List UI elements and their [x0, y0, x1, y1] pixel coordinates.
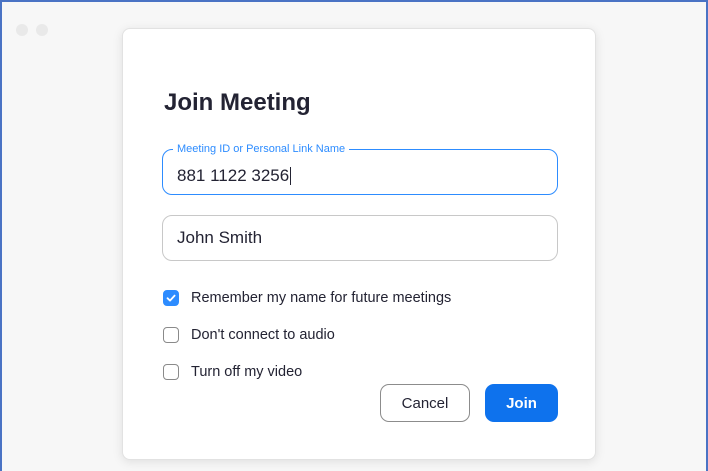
meeting-id-value: 881 1122 3256 — [177, 166, 290, 185]
window-controls — [16, 24, 48, 36]
checkbox-remember-name[interactable] — [163, 290, 179, 306]
remember-name-label: Remember my name for future meetings — [191, 290, 452, 306]
name-field[interactable]: John Smith — [162, 215, 558, 261]
remember-name-option[interactable]: Remember my name for future meetings — [163, 290, 451, 306]
close-window-icon[interactable] — [16, 24, 28, 36]
video-off-option[interactable]: Turn off my video — [163, 364, 302, 380]
video-off-label: Turn off my video — [191, 364, 303, 380]
minimize-window-icon[interactable] — [36, 24, 48, 36]
text-caret — [290, 167, 292, 185]
checkbox-no-audio[interactable] — [163, 327, 179, 343]
join-button[interactable]: Join — [485, 384, 558, 422]
name-value: John Smith — [177, 228, 263, 247]
checkbox-video-off[interactable] — [163, 364, 179, 380]
meeting-id-field[interactable]: Meeting ID or Personal Link Name 881 112… — [162, 142, 558, 195]
no-audio-label: Don't connect to audio — [191, 327, 335, 343]
checkmark-icon — [166, 294, 176, 302]
app-window: Join Meeting Meeting ID or Personal Link… — [0, 0, 708, 471]
join-meeting-dialog: Join Meeting Meeting ID or Personal Link… — [122, 28, 596, 460]
no-audio-option[interactable]: Don't connect to audio — [163, 327, 335, 343]
cancel-button[interactable]: Cancel — [380, 384, 470, 422]
dialog-title: Join Meeting — [164, 89, 311, 116]
